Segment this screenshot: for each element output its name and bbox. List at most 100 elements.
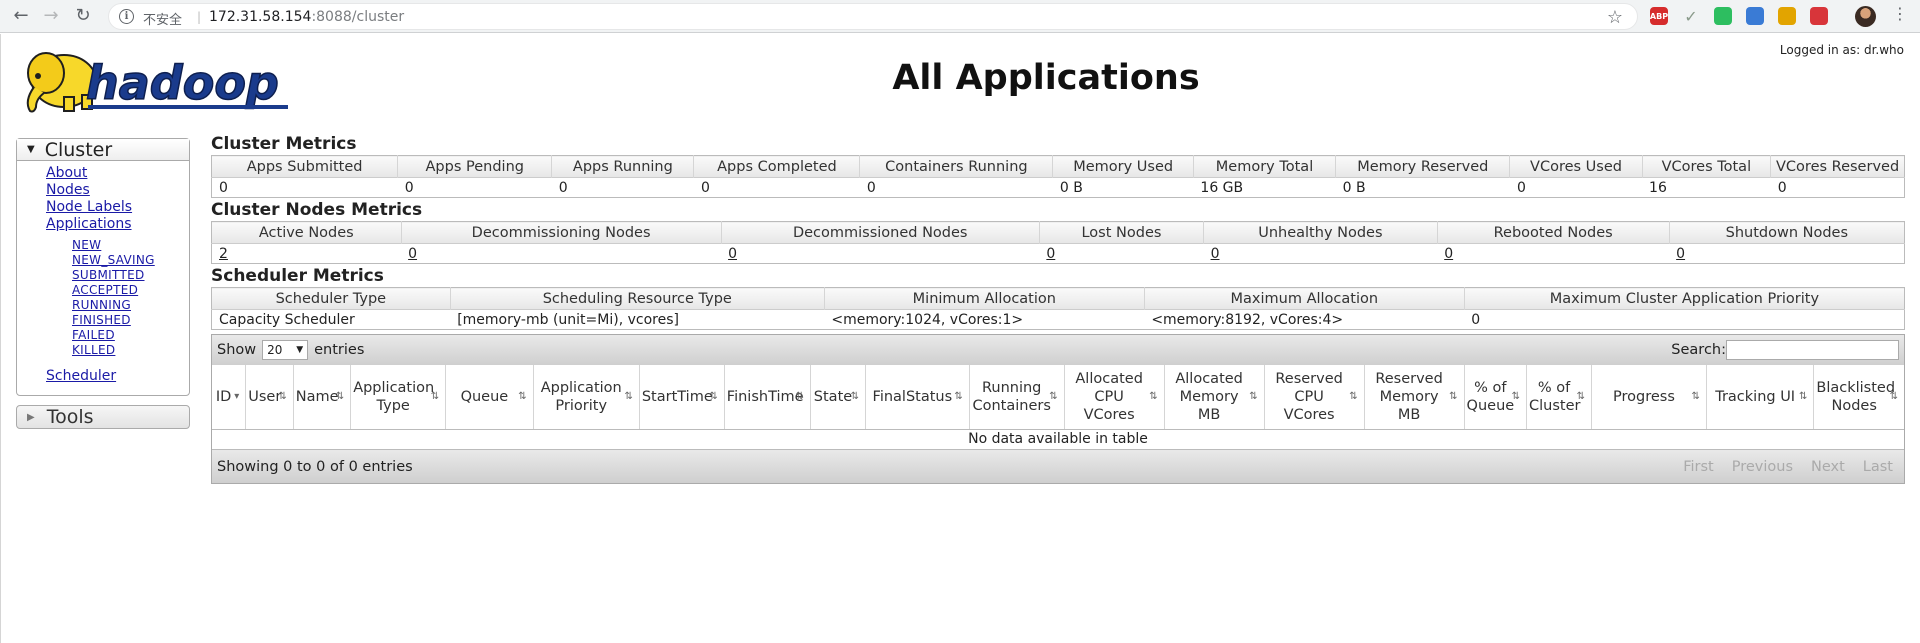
header-decommissioned-nodes: Decommissioned Nodes — [720, 221, 1040, 244]
column-blacklisted-nodes[interactable]: Blacklisted Nodes ⇅ — [1813, 365, 1904, 430]
sidebar-state-submitted[interactable]: SUBMITTED — [72, 268, 189, 283]
address-bar[interactable]: i 不安全 | 172.31.58.154:8088/cluster ☆ — [108, 3, 1638, 30]
sort-both-icon: ⇅ — [1149, 390, 1158, 402]
pager-first-button[interactable]: First — [1677, 457, 1720, 477]
sidebar-link-applications[interactable]: Applications — [46, 216, 189, 233]
applications-table: ID ▾ User ⇅ Name ⇅ Application Type ⇅ Queue ⇅ Appl… — [212, 365, 1904, 449]
sidebar-state-new-saving[interactable]: NEW_SAVING — [72, 253, 189, 268]
column-queue[interactable]: Queue ⇅ — [445, 365, 534, 430]
value-apps-submitted: 0 — [211, 177, 398, 198]
search-input[interactable] — [1726, 340, 1899, 360]
column-application-type[interactable]: Application Type ⇅ — [350, 365, 446, 430]
column-user[interactable]: User ⇅ — [245, 365, 294, 430]
pagination: First Previous Next Last — [1671, 457, 1899, 477]
info-icon[interactable]: i — [119, 9, 134, 24]
column-finishtime[interactable]: FinishTime ⇅ — [723, 365, 811, 430]
column-reserved-cpu-vcores[interactable]: Reserved CPU VCores ⇅ — [1263, 365, 1365, 430]
sidebar-state-failed[interactable]: FAILED — [72, 328, 189, 343]
pager-previous-button[interactable]: Previous — [1726, 457, 1799, 477]
header-apps-completed: Apps Completed — [693, 155, 860, 178]
url-text[interactable]: 172.31.58.154:8088/cluster — [209, 9, 404, 25]
column-tracking-ui[interactable]: Tracking UI ⇅ — [1705, 365, 1814, 430]
page-size-select[interactable]: 20 ▼ — [262, 340, 309, 360]
sort-both-icon: ⇅ — [624, 390, 633, 402]
value-decommissioning-nodes[interactable]: 0 — [408, 246, 417, 262]
column-state[interactable]: State ⇅ — [810, 365, 866, 430]
column-progress[interactable]: Progress ⇅ — [1590, 365, 1707, 430]
back-arrow-icon[interactable]: ← — [8, 4, 34, 28]
entries-label: entries — [314, 342, 365, 358]
column-id[interactable]: ID ▾ — [212, 365, 246, 430]
nodes-metrics-title: Cluster Nodes Metrics — [211, 200, 423, 220]
column-application-priority[interactable]: Application Priority ⇅ — [532, 365, 640, 430]
sidebar-state-running[interactable]: RUNNING — [72, 298, 189, 313]
column-finalstatus[interactable]: FinalStatus ⇅ — [864, 365, 970, 430]
column-label: Running Containers — [972, 379, 1051, 414]
column-label: Application Priority — [540, 379, 622, 414]
column-allocated-memory-mb[interactable]: Allocated Memory MB ⇅ — [1163, 365, 1265, 430]
header-shutdown-nodes: Shutdown Nodes — [1668, 221, 1905, 244]
column-running-containers[interactable]: Running Containers ⇅ — [968, 365, 1065, 430]
red-ext-icon[interactable] — [1810, 7, 1828, 25]
sidebar-state-accepted[interactable]: ACCEPTED — [72, 283, 189, 298]
column-allocated-cpu-vcores[interactable]: Allocated CPU VCores ⇅ — [1063, 365, 1165, 430]
checkmark-ext-icon[interactable]: ✓ — [1682, 7, 1700, 26]
header-vcores-used: VCores Used — [1509, 155, 1643, 178]
header-memory-used: Memory Used — [1052, 155, 1194, 178]
value-shutdown-nodes[interactable]: 0 — [1676, 246, 1685, 262]
security-label: 不安全 — [143, 13, 183, 28]
value-active-nodes[interactable]: 2 — [219, 246, 228, 262]
menu-kebab-icon[interactable]: ⋮ — [1892, 4, 1908, 23]
value-rebooted-nodes[interactable]: 0 — [1444, 246, 1453, 262]
value-apps-pending: 0 — [397, 177, 552, 198]
column-label: Reserved Memory MB — [1375, 370, 1443, 423]
column-reserved-memory-mb[interactable]: Reserved Memory MB ⇅ — [1363, 365, 1465, 430]
adblock-icon[interactable]: ABP — [1650, 7, 1668, 25]
column-label: Queue — [460, 388, 509, 405]
bookmark-star-icon[interactable]: ☆ — [1607, 7, 1623, 28]
sidebar-link-about[interactable]: About — [46, 165, 189, 182]
value-decommissioned-nodes[interactable]: 0 — [728, 246, 737, 262]
sidebar-state-killed[interactable]: KILLED — [72, 343, 189, 358]
column-label: Tracking UI — [1715, 388, 1796, 405]
sidebar-link-nodes[interactable]: Nodes — [46, 182, 189, 199]
cell-active-nodes: 2 — [211, 243, 402, 264]
value-unhealthy-nodes[interactable]: 0 — [1211, 246, 1220, 262]
column-pct-of-cluster[interactable]: % of Cluster ⇅ — [1526, 365, 1592, 430]
column-label: Allocated Memory MB — [1175, 370, 1243, 423]
header-apps-submitted: Apps Submitted — [211, 155, 398, 178]
pager-next-button[interactable]: Next — [1805, 457, 1851, 477]
value-lost-nodes[interactable]: 0 — [1046, 246, 1055, 262]
header-minimum-allocation: Minimum Allocation — [823, 287, 1145, 310]
value-vcores-reserved: 0 — [1770, 177, 1905, 198]
column-pct-of-queue[interactable]: % of Queue ⇅ — [1463, 365, 1527, 430]
sort-both-icon: ⇅ — [430, 390, 440, 402]
column-label: StartTime — [641, 388, 713, 405]
page: hadoop All Applications Logged in as: dr… — [0, 34, 1920, 643]
column-label: Reserved CPU VCores — [1275, 370, 1343, 423]
tools-panel-header[interactable]: ▶ Tools — [16, 405, 190, 429]
forward-arrow-icon[interactable]: → — [38, 4, 64, 28]
sidebar-state-new[interactable]: NEW — [72, 238, 189, 253]
pager-last-button[interactable]: Last — [1857, 457, 1899, 477]
column-label: % of Queue — [1466, 379, 1515, 414]
column-name[interactable]: Name ⇅ — [292, 365, 351, 430]
sidebar-state-finished[interactable]: FINISHED — [72, 313, 189, 328]
header-scheduler-type: Scheduler Type — [211, 287, 451, 310]
lion-ext-icon[interactable] — [1778, 7, 1796, 25]
value-scheduling-resource-type: [memory-mb (unit=Mi), vcores] — [450, 309, 825, 330]
profile-avatar[interactable] — [1855, 6, 1876, 27]
triangle-down-icon: ▼ — [27, 144, 35, 155]
cluster-label: Cluster — [44, 138, 113, 161]
column-starttime[interactable]: StartTime ⇅ — [638, 365, 725, 430]
cluster-panel-header[interactable]: ▼ Cluster — [17, 139, 189, 161]
sort-both-icon: ⇅ — [1249, 390, 1258, 402]
shield-ext-icon[interactable] — [1746, 7, 1764, 25]
sidebar-link-node-labels[interactable]: Node Labels — [46, 199, 189, 216]
value-memory-total: 16 GB — [1193, 177, 1336, 198]
page-title: All Applications — [892, 58, 1200, 98]
evernote-icon[interactable] — [1714, 7, 1732, 25]
reload-icon[interactable]: ↻ — [70, 4, 96, 28]
column-label: State — [813, 388, 853, 405]
sidebar-link-scheduler[interactable]: Scheduler — [46, 368, 189, 385]
